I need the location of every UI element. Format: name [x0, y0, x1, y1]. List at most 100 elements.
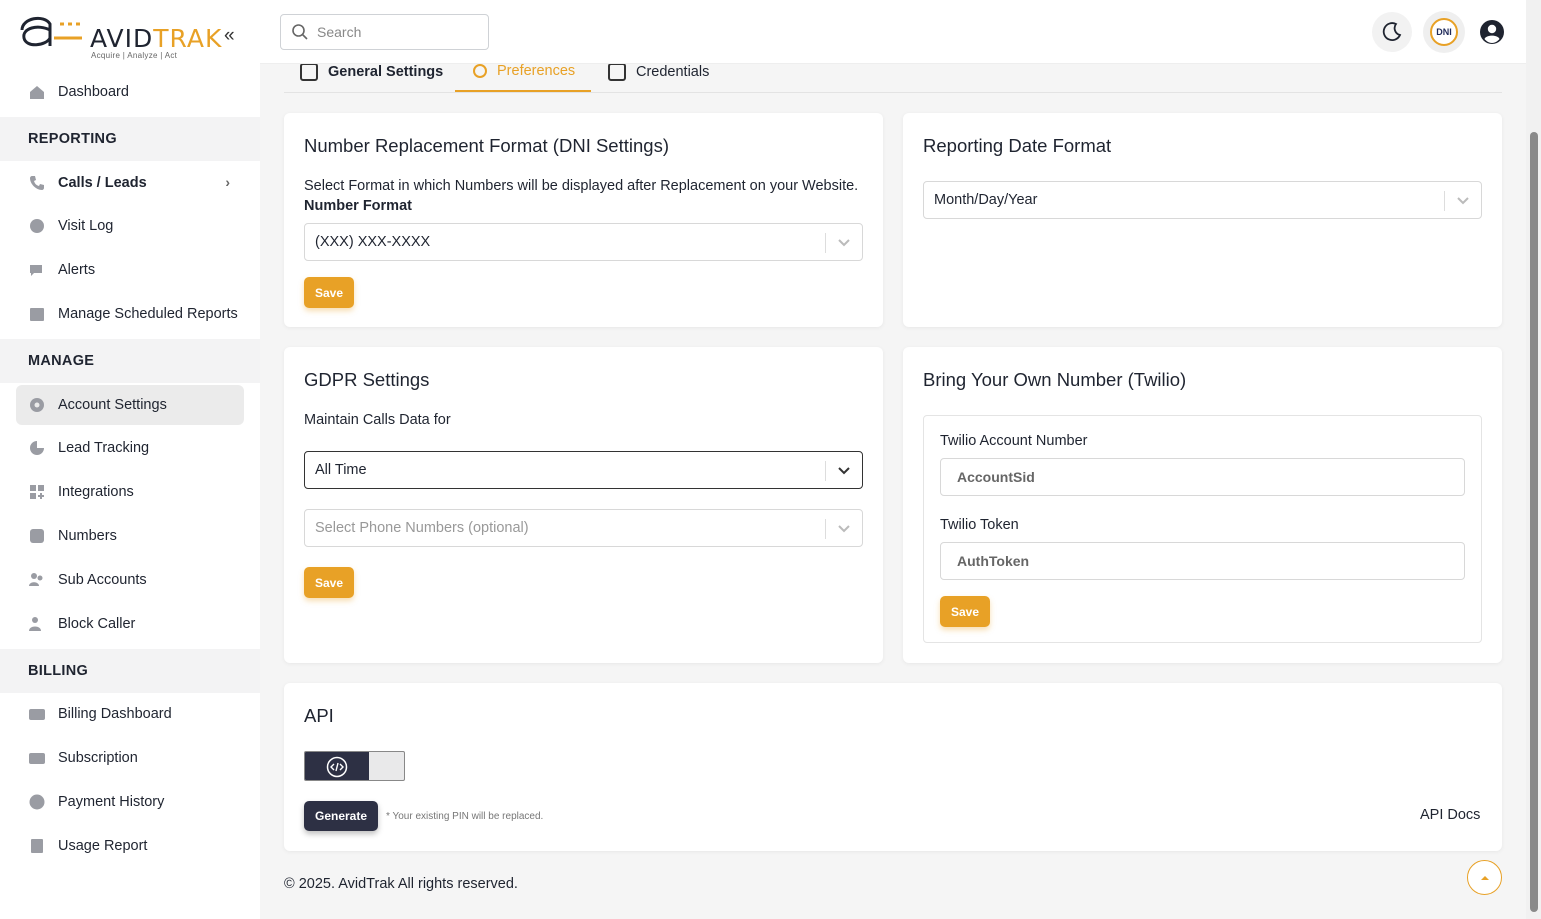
user-block-icon [28, 615, 46, 633]
dollar-circle-icon [28, 793, 46, 811]
moon-icon [1382, 22, 1402, 41]
date-format-title: Reporting Date Format [923, 135, 1112, 156]
sidebar-item-label: Calls / Leads [58, 175, 147, 191]
double-chevron-left-icon[interactable]: « [224, 26, 242, 48]
gear-icon [28, 396, 46, 414]
sidebar-item-account-settings[interactable]: Account Settings [16, 385, 244, 425]
theme-toggle-button[interactable] [1372, 12, 1412, 52]
api-toggle[interactable] [304, 751, 405, 781]
select-placeholder: Select Phone Numbers (optional) [315, 520, 529, 536]
sidebar-item-label: Dashboard [58, 84, 129, 100]
info-icon [300, 63, 318, 81]
dni-button[interactable]: DNI [1423, 11, 1465, 53]
number-format-label: Number Format [304, 198, 412, 214]
sidebar-item-visit-log[interactable]: Visit Log [16, 206, 244, 246]
chevron-down-icon [836, 520, 852, 536]
sidebar-item-label: Subscription [58, 750, 138, 766]
logo-mark-icon [20, 16, 82, 47]
sidebar-item-label: Lead Tracking [58, 440, 150, 456]
api-card [284, 683, 1502, 851]
user-menu-button[interactable] [1472, 12, 1512, 52]
dni-save-button[interactable]: Save [304, 277, 354, 308]
sidebar-item-calls-leads[interactable]: Calls / Leads › [16, 163, 244, 203]
api-docs-link[interactable]: API Docs [1420, 807, 1480, 823]
dni-card-title: Number Replacement Format (DNI Settings) [304, 135, 669, 156]
sidebar-item-label: Usage Report [58, 838, 148, 854]
sidebar-item-sub-accounts[interactable]: Sub Accounts [16, 560, 244, 600]
sidebar-item-label: Visit Log [58, 218, 114, 234]
user-icon [473, 64, 487, 78]
twilio-token-input[interactable]: AuthToken [940, 542, 1465, 580]
home-icon [28, 83, 46, 101]
page-scrollbar[interactable] [1526, 0, 1541, 919]
sidebar-item-subscription[interactable]: Subscription [16, 738, 244, 778]
section-manage: MANAGE [0, 339, 260, 383]
code-icon [326, 756, 348, 778]
sidebar-item-label: Numbers [58, 528, 117, 544]
gdpr-settings-card [284, 347, 883, 663]
twilio-save-button[interactable]: Save [940, 596, 990, 627]
chevron-down-icon [1455, 192, 1471, 208]
card-refresh-icon [28, 749, 46, 767]
search-icon [292, 24, 308, 40]
twilio-card-title: Bring Your Own Number (Twilio) [923, 369, 1187, 390]
sidebar-item-numbers[interactable]: Numbers [16, 516, 244, 556]
users-icon [28, 571, 46, 589]
logo-wordmark: AVIDTRAK [90, 24, 222, 53]
sidebar-item-label: Account Settings [58, 397, 167, 413]
section-reporting: REPORTING [0, 117, 260, 161]
dni-badge: DNI [1430, 18, 1458, 46]
footer-copyright: © 2025. AvidTrak All rights reserved. [284, 876, 518, 892]
key-icon [608, 63, 626, 81]
dni-card-description: Select Format in which Numbers will be d… [304, 178, 859, 194]
grid-plus-icon [28, 483, 46, 501]
logo-tagline: Acquire | Analyze | Act [91, 51, 178, 60]
sidebar-item-usage-report[interactable]: Usage Report [16, 826, 244, 866]
chat-icon [28, 261, 46, 279]
twilio-token-label: Twilio Token [940, 517, 1019, 533]
gdpr-save-button[interactable]: Save [304, 567, 354, 598]
select-value: All Time [315, 462, 367, 478]
phone-numbers-select[interactable]: Select Phone Numbers (optional) [304, 509, 863, 547]
sidebar-item-lead-tracking[interactable]: Lead Tracking [16, 428, 244, 468]
report-icon [28, 837, 46, 855]
phone-icon [28, 174, 46, 192]
generate-button[interactable]: Generate [304, 801, 378, 831]
sidebar-item-label: Payment History [58, 794, 165, 810]
tab-label: Preferences [497, 63, 576, 79]
api-card-title: API [304, 705, 334, 726]
api-toggle-active-segment [305, 752, 369, 780]
pin-replace-note: * Your existing PIN will be replaced. [386, 811, 544, 822]
section-billing: BILLING [0, 649, 260, 693]
top-bar: DNI [260, 0, 1526, 64]
sidebar-item-payment-history[interactable]: Payment History [16, 782, 244, 822]
sidebar-item-label: Block Caller [58, 616, 136, 632]
search-box[interactable] [280, 14, 489, 50]
select-value: Month/Day/Year [934, 192, 1038, 208]
logo-wordmark-avid: AVID [90, 24, 154, 53]
gdpr-retention-label: Maintain Calls Data for [304, 412, 451, 428]
calendar-icon [28, 305, 46, 323]
sidebar-item-block-caller[interactable]: Block Caller [16, 604, 244, 644]
select-value: (XXX) XXX-XXXX [315, 234, 431, 250]
number-format-select[interactable]: (XXX) XXX-XXXX [304, 223, 863, 261]
select-separator [1444, 191, 1445, 211]
sidebar-item-scheduled-reports[interactable]: Manage Scheduled Reports [16, 294, 244, 334]
globe-icon [28, 217, 46, 235]
date-format-select[interactable]: Month/Day/Year [923, 181, 1482, 219]
scrollbar-thumb[interactable] [1530, 132, 1538, 912]
arrow-up-icon [1480, 875, 1489, 880]
sidebar-item-billing-dashboard[interactable]: Billing Dashboard [16, 694, 244, 734]
data-retention-select[interactable]: All Time [304, 451, 863, 489]
sidebar-item-label: Sub Accounts [58, 572, 147, 588]
tab-label: Credentials [636, 64, 710, 80]
search-input[interactable] [317, 24, 477, 40]
sidebar-item-integrations[interactable]: Integrations [16, 472, 244, 512]
sidebar-item-alerts[interactable]: Alerts [16, 250, 244, 290]
gdpr-card-title: GDPR Settings [304, 369, 430, 390]
avidtrak-logo[interactable]: AVIDTRAK Acquire | Analyze | Act [18, 10, 221, 62]
scroll-to-top-button[interactable] [1467, 860, 1502, 895]
twilio-account-input[interactable]: AccountSid [940, 458, 1465, 496]
sidebar-item-label: Alerts [58, 262, 96, 278]
sidebar-item-dashboard[interactable]: Dashboard [16, 72, 244, 112]
